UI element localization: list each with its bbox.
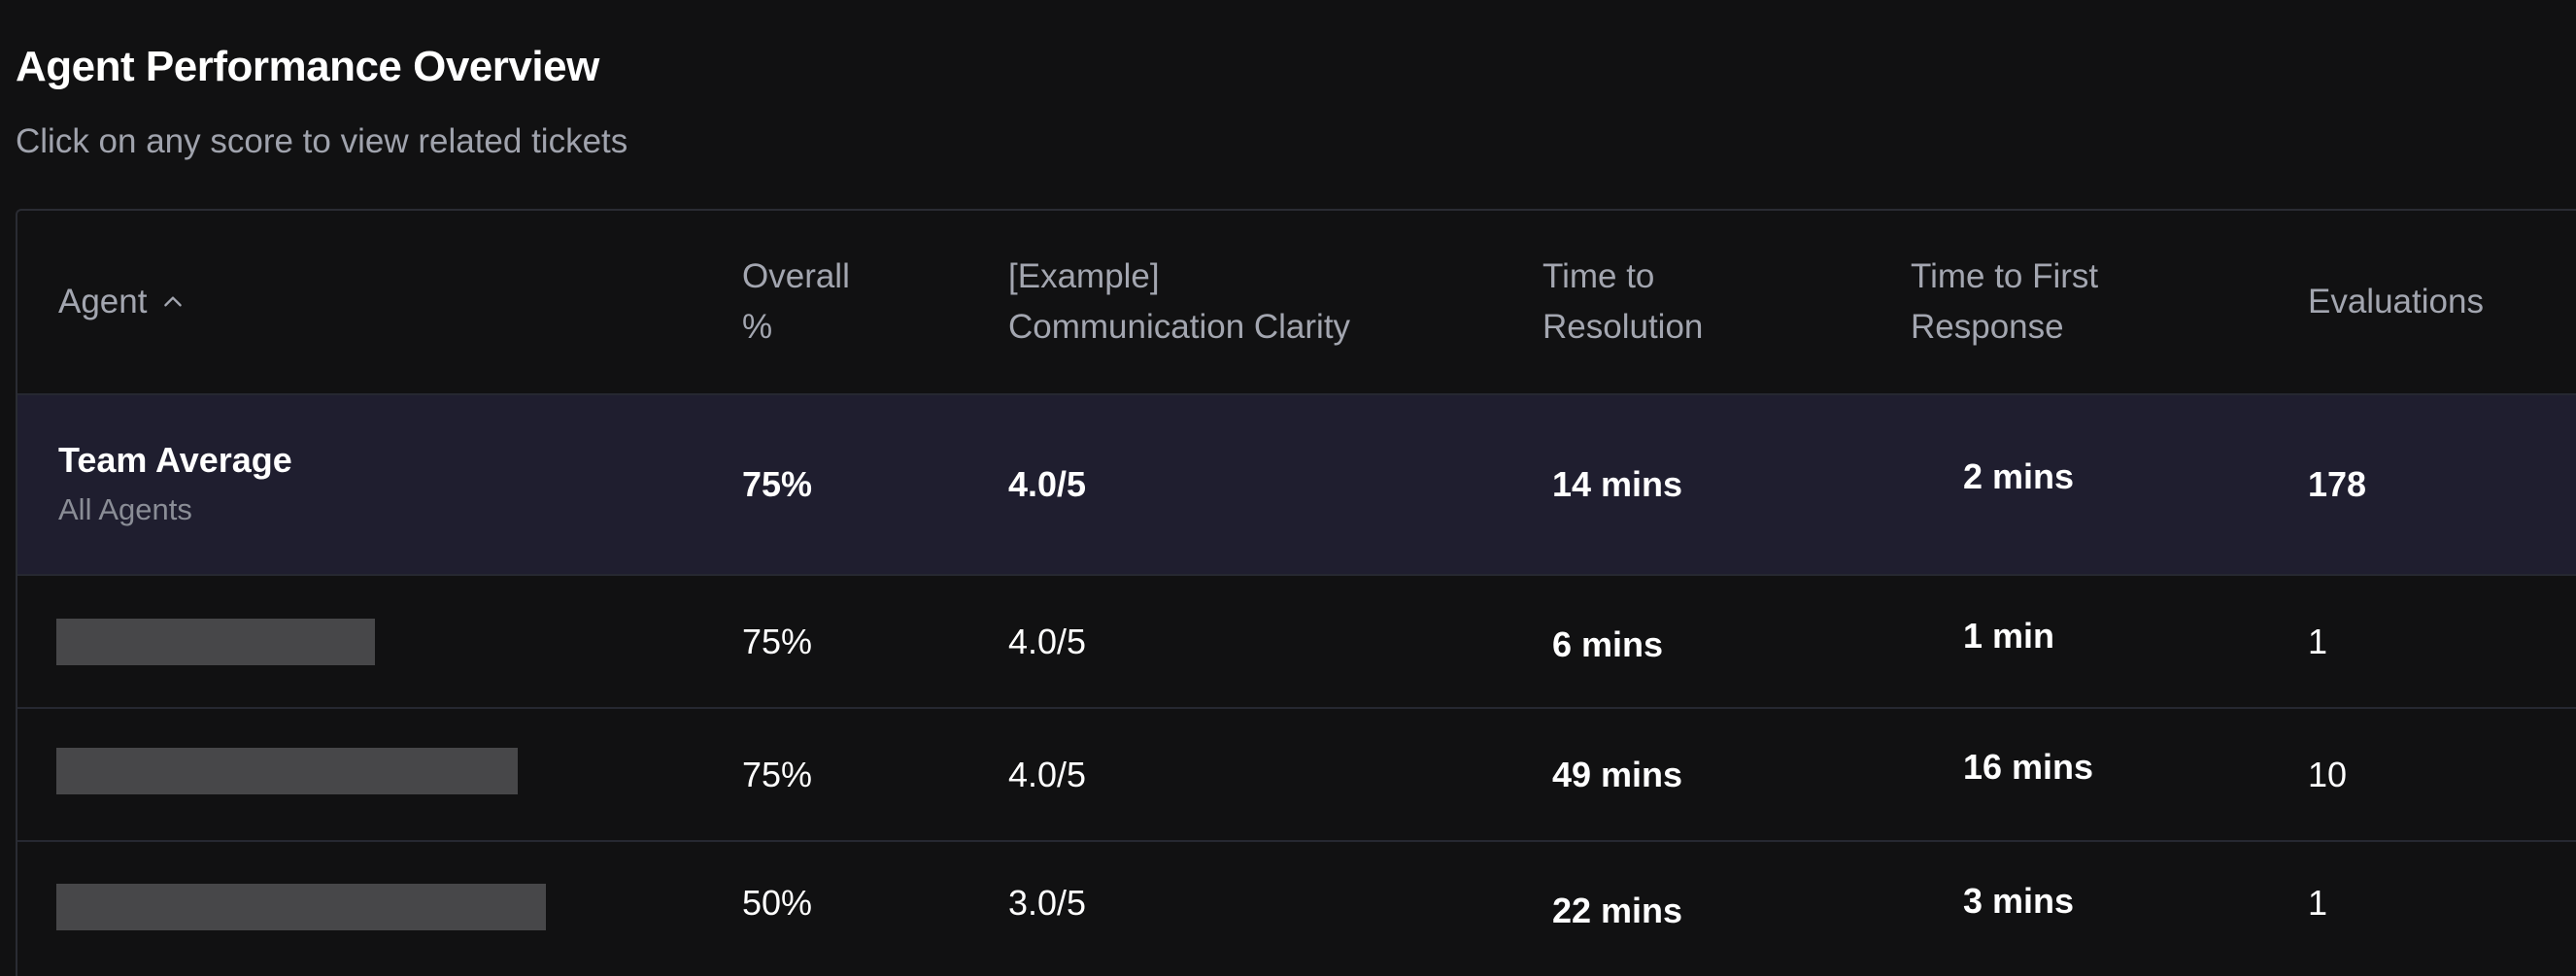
clarity-score[interactable]: 4.0/5 bbox=[1008, 755, 1086, 795]
overall-score[interactable]: 75% bbox=[742, 755, 812, 795]
resolution-time: 6 mins bbox=[1552, 623, 1664, 664]
team-average-row: Team Average All Agents 75% 4.0/5 14 min… bbox=[17, 395, 2576, 576]
column-header-resolution-line2: Resolution bbox=[1542, 308, 1704, 346]
column-header-overall-line2: % bbox=[742, 308, 773, 346]
agent-performance-table: Agent Overall % [Example] Communication … bbox=[16, 209, 2576, 976]
agent-performance-page: Agent Performance Overview Click on any … bbox=[0, 0, 2576, 976]
column-header-time-to-resolution[interactable]: Time to Resolution bbox=[1542, 252, 1703, 353]
first-response-time: 3 mins bbox=[1963, 881, 2075, 921]
team-average-overall-score[interactable]: 75% bbox=[742, 464, 812, 505]
resolution-time: 22 mins bbox=[1552, 891, 1683, 930]
team-average-subtitle: All Agents bbox=[58, 492, 192, 526]
team-average-first-response-time: 2 mins bbox=[1963, 456, 2075, 496]
team-average-clarity-score[interactable]: 4.0/5 bbox=[1008, 464, 1086, 505]
clarity-score[interactable]: 4.0/5 bbox=[1008, 622, 1086, 662]
resolution-time: 49 mins bbox=[1552, 754, 1683, 794]
team-average-name: Team Average bbox=[58, 440, 292, 480]
first-response-time: 16 mins bbox=[1963, 746, 2094, 787]
team-average-resolution-time: 14 mins bbox=[1552, 464, 1683, 504]
table-row: 75% 4.0/5 6 mins 1 min 1 bbox=[17, 576, 2576, 709]
table-row: 75% 4.0/5 49 mins 16 mins 10 bbox=[17, 709, 2576, 842]
column-header-resolution-line1: Time to bbox=[1542, 257, 1655, 295]
column-header-time-to-first-response[interactable]: Time to First Response bbox=[1911, 252, 2098, 353]
evaluations-count: 10 bbox=[2308, 754, 2348, 794]
redacted-agent-name bbox=[56, 884, 546, 930]
first-response-time: 1 min bbox=[1963, 615, 2055, 656]
evaluations-count: 1 bbox=[2308, 883, 2328, 923]
column-header-first-response-line1: Time to First bbox=[1911, 257, 2099, 295]
column-header-first-response-line2: Response bbox=[1911, 308, 2064, 346]
column-header-clarity-line1: [Example] bbox=[1008, 257, 1160, 295]
table-row: 50% 3.0/5 22 mins 3 mins 1 bbox=[17, 842, 2576, 976]
clarity-score[interactable]: 3.0/5 bbox=[1008, 883, 1086, 924]
column-header-evaluations[interactable]: Evaluations bbox=[2308, 277, 2484, 327]
page-subtitle: Click on any score to view related ticke… bbox=[16, 122, 628, 160]
chevron-up-icon bbox=[164, 296, 183, 307]
column-header-agent[interactable]: Agent bbox=[58, 277, 186, 327]
evaluations-count: 1 bbox=[2308, 621, 2328, 661]
column-header-overall-line1: Overall bbox=[742, 257, 850, 295]
column-header-communication-clarity[interactable]: [Example] Communication Clarity bbox=[1008, 252, 1350, 353]
column-header-clarity-line2: Communication Clarity bbox=[1008, 308, 1351, 346]
table-header-row: Agent Overall % [Example] Communication … bbox=[17, 211, 2576, 395]
page-title: Agent Performance Overview bbox=[16, 43, 599, 90]
overall-score[interactable]: 75% bbox=[742, 622, 812, 662]
redacted-agent-name bbox=[56, 747, 518, 794]
column-header-overall[interactable]: Overall % bbox=[742, 252, 850, 353]
overall-score[interactable]: 50% bbox=[742, 883, 812, 924]
redacted-agent-name bbox=[56, 618, 375, 665]
team-average-agent-cell: Team Average All Agents bbox=[58, 440, 292, 527]
team-average-evaluations: 178 bbox=[2308, 464, 2367, 504]
column-header-agent-label: Agent bbox=[58, 283, 148, 320]
